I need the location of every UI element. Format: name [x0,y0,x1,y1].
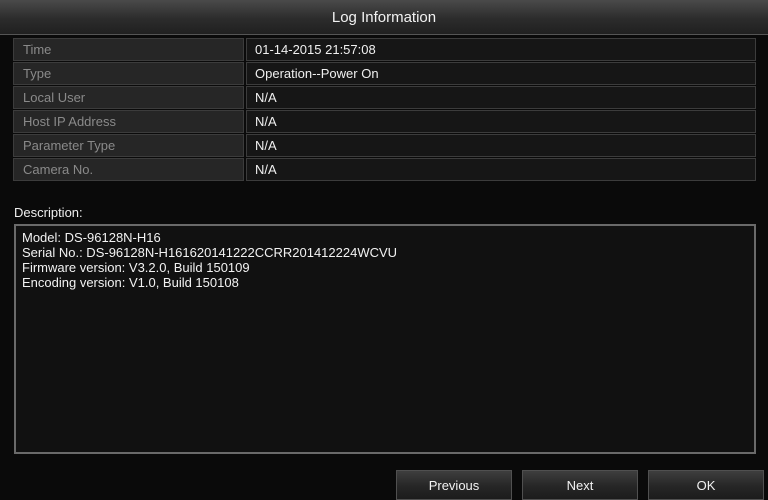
log-info-table: Time 01-14-2015 21:57:08 Type Operation-… [13,38,756,181]
info-row-time: Time 01-14-2015 21:57:08 [13,38,756,61]
description-line: Firmware version: V3.2.0, Build 150109 [22,260,250,275]
info-row-host-ip: Host IP Address N/A [13,110,756,133]
info-row-parameter-type: Parameter Type N/A [13,134,756,157]
description-line: Model: DS-96128N-H16 [22,230,161,245]
description-label: Description: [14,205,83,220]
field-label: Time [13,38,244,61]
field-value: N/A [246,134,756,157]
field-label: Parameter Type [13,134,244,157]
field-value: N/A [246,158,756,181]
ok-button[interactable]: OK [648,470,764,500]
field-label: Host IP Address [13,110,244,133]
field-label: Type [13,62,244,85]
info-row-type: Type Operation--Power On [13,62,756,85]
description-line: Encoding version: V1.0, Build 150108 [22,275,239,290]
field-label: Local User [13,86,244,109]
log-information-dialog: Log Information Time 01-14-2015 21:57:08… [0,0,768,500]
dialog-title: Log Information [0,0,768,35]
description-line: Serial No.: DS-96128N-H161620141222CCRR2… [22,245,398,260]
field-value: Operation--Power On [246,62,756,85]
previous-button[interactable]: Previous [396,470,512,500]
description-textarea[interactable]: Model: DS-96128N-H16 Serial No.: DS-9612… [14,224,756,454]
next-button[interactable]: Next [522,470,638,500]
field-label: Camera No. [13,158,244,181]
field-value: N/A [246,86,756,109]
field-value: N/A [246,110,756,133]
field-value: 01-14-2015 21:57:08 [246,38,756,61]
info-row-local-user: Local User N/A [13,86,756,109]
info-row-camera-no: Camera No. N/A [13,158,756,181]
